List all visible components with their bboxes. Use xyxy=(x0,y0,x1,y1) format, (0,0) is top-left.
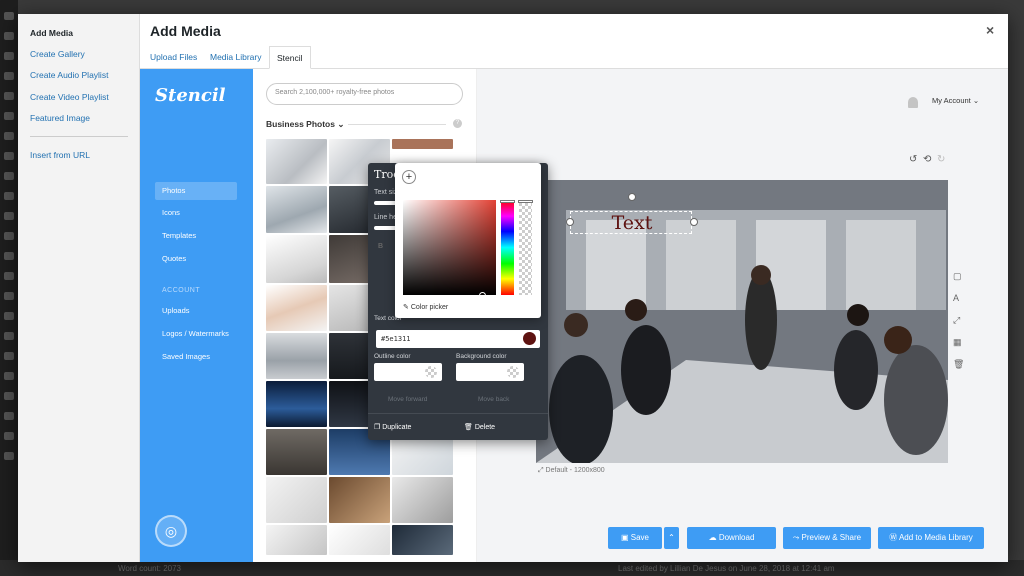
modal-title: Add Media xyxy=(150,23,221,39)
photo-thumbnail[interactable] xyxy=(329,477,390,523)
photo-thumbnail[interactable] xyxy=(266,235,327,283)
nav-icons[interactable]: Icons xyxy=(155,204,237,222)
alpha-slider[interactable] xyxy=(518,200,533,295)
line-height-label: Line he xyxy=(374,214,397,221)
photo-thumbnail[interactable] xyxy=(392,477,453,523)
preview-share-button[interactable]: ⤳ Preview & Share xyxy=(783,527,871,549)
menu-item-featured-image[interactable]: Featured Image xyxy=(30,113,90,123)
saturation-value-area[interactable] xyxy=(403,200,496,299)
photo-thumbnail[interactable] xyxy=(266,139,327,184)
stencil-app: Stencil Photos Icons Templates Quotes AC… xyxy=(140,69,1008,562)
lifebuoy-icon[interactable]: ◎ xyxy=(155,515,187,547)
save-options-button[interactable]: ⌃ xyxy=(664,527,679,549)
move-forward-button[interactable]: Move forward xyxy=(388,396,427,403)
stencil-logo: Stencil xyxy=(155,85,226,106)
hue-slider[interactable] xyxy=(500,200,515,295)
close-icon[interactable]: × xyxy=(986,22,994,38)
photo-thumbnail[interactable] xyxy=(266,477,327,523)
outline-color-label: Outline color xyxy=(374,353,411,360)
move-back-button[interactable]: Move back xyxy=(478,396,509,403)
photo-thumbnail[interactable] xyxy=(329,525,390,555)
eyedropper-icon: ✎ xyxy=(403,304,409,311)
nav-uploads[interactable]: Uploads xyxy=(155,302,237,320)
editor-canvas[interactable]: Text xyxy=(536,180,948,463)
alpha-marker[interactable] xyxy=(518,200,533,203)
trash-icon[interactable]: 🗑 xyxy=(953,359,964,370)
redo-icon[interactable]: ↻ xyxy=(937,154,945,165)
help-icon[interactable]: ? xyxy=(453,119,462,128)
resize-handle[interactable] xyxy=(690,218,698,226)
nav-logos-watermarks[interactable]: Logos / Watermarks xyxy=(155,325,237,343)
menu-divider xyxy=(30,136,128,137)
media-menu: Add Media Create Gallery Create Audio Pl… xyxy=(18,14,140,562)
resize-handle[interactable] xyxy=(566,218,574,226)
photo-thumbnail[interactable] xyxy=(266,186,327,233)
tab-media-library[interactable]: Media Library xyxy=(210,52,262,62)
color-picker: + ✎ Color picker xyxy=(395,163,541,318)
rotate-handle[interactable] xyxy=(628,193,636,201)
bell-icon[interactable] xyxy=(908,97,918,108)
category-title[interactable]: Business Photos ⌄ xyxy=(266,119,344,130)
bold-icon[interactable]: B xyxy=(378,243,383,250)
chevron-down-icon: ⌄ xyxy=(972,96,980,105)
menu-item-insert-from-url[interactable]: Insert from URL xyxy=(30,150,90,160)
text-size-label: Text siz xyxy=(374,189,398,196)
outline-color-field[interactable] xyxy=(374,363,442,381)
color-picker-toggle[interactable]: ✎ Color picker xyxy=(403,303,448,311)
text-format-icon[interactable]: A xyxy=(953,293,959,303)
stencil-nav: Stencil Photos Icons Templates Quotes AC… xyxy=(140,69,253,562)
duplicate-button[interactable]: ❐ Duplicate xyxy=(374,423,411,431)
chevron-down-icon: ⌄ xyxy=(337,119,345,129)
wp-footer: Word count: 2073 Last edited by Lillian … xyxy=(0,560,1024,576)
menu-item-create-audio-playlist[interactable]: Create Audio Playlist xyxy=(30,70,108,80)
nav-photos[interactable]: Photos xyxy=(155,182,237,200)
download-button[interactable]: ☁ Download xyxy=(687,527,776,549)
text-layer[interactable]: Text xyxy=(566,211,698,234)
tab-stencil[interactable]: Stencil xyxy=(269,46,311,69)
background-color-field[interactable] xyxy=(456,363,524,381)
photo-thumbnail[interactable] xyxy=(266,525,327,555)
page-icon[interactable]: ▢ xyxy=(953,271,962,282)
photo-thumbnail[interactable] xyxy=(266,285,327,331)
delete-button[interactable]: 🗑 Delete xyxy=(464,423,495,431)
last-edited: Last edited by Lillian De Jesus on June … xyxy=(618,564,835,573)
grid-icon[interactable]: ▦ xyxy=(953,337,962,348)
my-account-menu[interactable]: My Account ⌄ xyxy=(932,96,979,105)
word-count: Word count: 2073 xyxy=(118,564,182,573)
menu-item-create-gallery[interactable]: Create Gallery xyxy=(30,49,85,59)
photo-thumbnail[interactable] xyxy=(392,139,453,149)
add-media-modal: Add Media Create Gallery Create Audio Pl… xyxy=(18,14,1008,562)
hue-marker[interactable] xyxy=(500,200,515,203)
nav-templates[interactable]: Templates xyxy=(155,227,237,245)
canvas-dimensions[interactable]: ⤢ Default - 1200x800 xyxy=(538,467,605,475)
photo-thumbnail[interactable] xyxy=(266,429,327,475)
search-input[interactable]: Search 2,100,000+ royalty-free photos xyxy=(266,83,463,105)
hex-input[interactable]: #5e1311 xyxy=(376,330,540,348)
popover-divider xyxy=(368,413,548,414)
history-icon[interactable]: ⟲ xyxy=(923,154,931,165)
nav-saved-images[interactable]: Saved Images xyxy=(155,348,237,366)
background-color-label: Background color xyxy=(456,353,507,360)
expand-icon[interactable]: ⤢ xyxy=(953,315,960,326)
undo-icon[interactable]: ↺ xyxy=(909,154,917,165)
menu-item-create-video-playlist[interactable]: Create Video Playlist xyxy=(30,92,109,102)
photo-thumbnail[interactable] xyxy=(266,381,327,427)
photo-thumbnail[interactable] xyxy=(266,333,327,379)
add-to-media-library-button[interactable]: Ⓦ Add to Media Library xyxy=(878,527,984,549)
tab-upload-files[interactable]: Upload Files xyxy=(150,52,197,62)
wp-admin-sidebar xyxy=(0,0,18,576)
color-swatch[interactable] xyxy=(523,332,536,345)
add-color-icon[interactable]: + xyxy=(402,170,416,184)
sv-marker[interactable] xyxy=(479,292,486,299)
account-heading: ACCOUNT xyxy=(162,287,201,294)
media-tabs: Upload Files Media Library Stencil xyxy=(140,46,1008,69)
save-button[interactable]: ▣ Save xyxy=(608,527,662,549)
photo-thumbnail[interactable] xyxy=(392,525,453,555)
image-editor: My Account ⌄ ↺ ⟲ ↻ Text ▢ A ⤢ ▦ 🗑 ⤢ Defa… xyxy=(477,69,1008,562)
canvas-text[interactable]: Text xyxy=(571,212,693,234)
nav-quotes[interactable]: Quotes xyxy=(155,250,237,268)
category-divider xyxy=(348,124,446,125)
menu-item-add-media[interactable]: Add Media xyxy=(30,28,73,38)
